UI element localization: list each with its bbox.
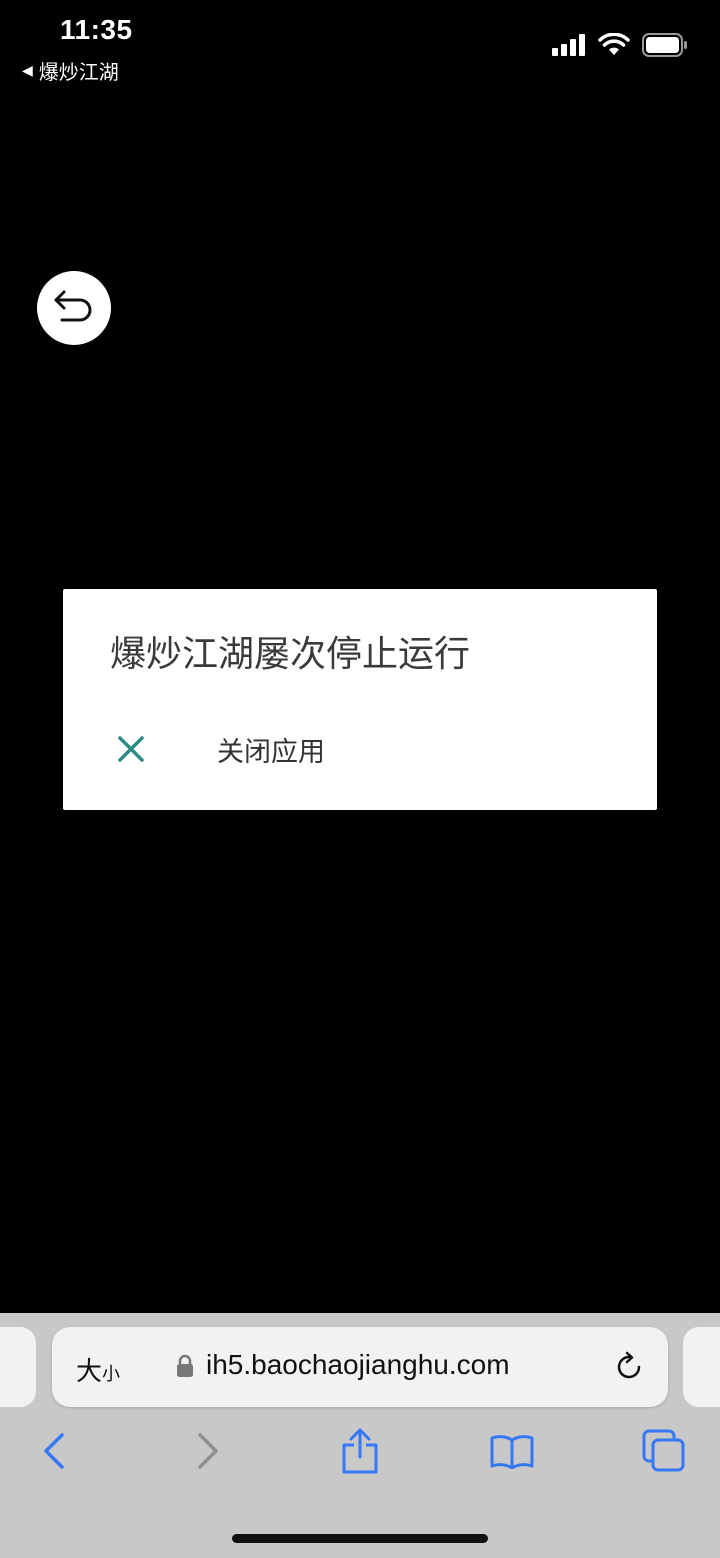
lock-icon — [176, 1354, 194, 1382]
cellular-signal-icon — [552, 34, 586, 60]
browser-toolbar — [0, 1423, 720, 1493]
undo-back-button[interactable] — [37, 271, 111, 345]
back-triangle-icon: ◀ — [22, 62, 33, 79]
bookmarks-button[interactable] — [482, 1423, 542, 1483]
home-indicator[interactable] — [232, 1534, 488, 1543]
forward-icon — [196, 1432, 220, 1474]
share-button[interactable] — [330, 1423, 390, 1483]
text-size-big: 大 — [76, 1357, 103, 1387]
wifi-icon — [598, 32, 630, 61]
back-app-label: 爆炒江湖 — [38, 60, 119, 84]
browser-bottom-bar: 大小 ih5.baochaojianghu.com — [0, 1313, 720, 1558]
forward-button[interactable] — [178, 1423, 238, 1483]
dialog-title: 爆炒江湖屡次停止运行 — [110, 634, 471, 675]
share-icon — [340, 1427, 380, 1479]
back-button[interactable] — [24, 1423, 84, 1483]
status-time: 11:35 — [60, 14, 133, 45]
text-size-button[interactable]: 大小 — [76, 1351, 120, 1388]
battery-icon — [642, 33, 688, 61]
next-tab-peek[interactable] — [683, 1327, 720, 1407]
text-size-small: 小 — [102, 1364, 121, 1385]
status-icons — [552, 32, 688, 61]
status-bar: 11:35 ◀ 爆炒江湖 — [0, 0, 720, 90]
tabs-icon — [642, 1429, 686, 1477]
app-stopped-dialog: 爆炒江湖屡次停止运行 关闭应用 — [63, 589, 657, 810]
previous-tab-peek[interactable] — [0, 1327, 36, 1407]
bookmarks-icon — [489, 1433, 535, 1473]
undo-arrow-icon — [50, 286, 98, 330]
back-to-app-link[interactable]: ◀ 爆炒江湖 — [22, 56, 119, 85]
close-app-button[interactable]: 关闭应用 — [113, 729, 613, 769]
close-app-label: 关闭应用 — [217, 736, 325, 768]
reload-icon[interactable] — [614, 1349, 646, 1387]
close-icon — [113, 731, 149, 767]
address-bar[interactable]: 大小 ih5.baochaojianghu.com — [52, 1327, 668, 1407]
back-icon — [42, 1432, 66, 1474]
url-text: ih5.baochaojianghu.com — [206, 1349, 510, 1380]
tabs-button[interactable] — [634, 1423, 694, 1483]
